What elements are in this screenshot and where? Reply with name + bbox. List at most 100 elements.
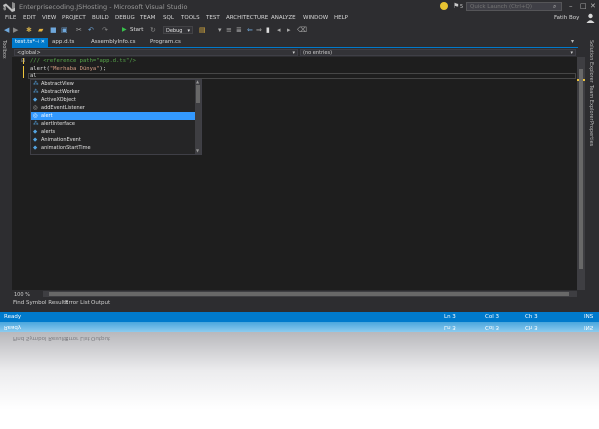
menu-file[interactable]: FILE bbox=[5, 15, 16, 21]
scrollbar-thumb[interactable] bbox=[196, 85, 200, 103]
completion-label: AnimationEvent bbox=[41, 137, 81, 143]
user-name[interactable]: Fatih Boy bbox=[554, 15, 579, 21]
completion-item[interactable]: ◆ AnimationEvent bbox=[31, 136, 195, 144]
tab-error-list[interactable]: Error List bbox=[65, 300, 90, 306]
tab-test-ts[interactable]: test.ts* ⊣ ✕ bbox=[12, 38, 48, 47]
completion-item[interactable]: ◎ addEventListener bbox=[31, 104, 195, 112]
tab-assemblyinfo-cs[interactable]: AssemblyInfo.cs bbox=[88, 38, 143, 47]
scrollbar-thumb[interactable] bbox=[579, 69, 583, 269]
scope-dropdown[interactable]: <global> ▾ bbox=[14, 49, 298, 56]
menu-tools[interactable]: TOOLS bbox=[181, 15, 200, 21]
tab-label: app.d.ts bbox=[52, 39, 75, 45]
bookmark-icon[interactable]: ▮ bbox=[266, 26, 270, 34]
menu-project[interactable]: PROJECT bbox=[62, 15, 86, 21]
navigate-forward-icon[interactable]: ⇒ bbox=[256, 26, 262, 34]
prev-bookmark-icon[interactable]: ◂ bbox=[277, 26, 281, 34]
collapse-region-icon[interactable]: ⊟ bbox=[21, 58, 25, 64]
type-icon: ⁂ bbox=[33, 89, 39, 95]
completion-item[interactable]: ⁂ AbstractWorker bbox=[31, 88, 195, 96]
completion-label: alertInterface bbox=[41, 121, 75, 127]
toolbox-tab[interactable]: Toolbox bbox=[1, 40, 7, 59]
string-literal: "Merhaba Dünya" bbox=[49, 66, 100, 72]
menu-sql[interactable]: SQL bbox=[163, 15, 174, 21]
feedback-smiley-icon[interactable] bbox=[440, 2, 448, 10]
menu-team[interactable]: TEAM bbox=[140, 15, 155, 21]
menu-test[interactable]: TEST bbox=[206, 15, 220, 21]
solution-explorer-tab[interactable]: Solution Explorer bbox=[588, 40, 594, 83]
code-line-1: /// <reference path="app.d.ts"/> bbox=[30, 58, 136, 64]
status-char: Ch 3 bbox=[525, 314, 538, 320]
menu-architecture[interactable]: ARCHITECTURE bbox=[226, 15, 268, 21]
solution-configuration-select[interactable]: Debug ▾ bbox=[163, 26, 193, 34]
completion-item[interactable]: ◆ ActiveXObject bbox=[31, 96, 195, 104]
completion-item[interactable]: ⁂ AbstractView bbox=[31, 80, 195, 88]
team-explorer-tab[interactable]: Team Explorer bbox=[588, 85, 594, 121]
close-button[interactable]: ✕ bbox=[590, 2, 596, 10]
menu-build[interactable]: BUILD bbox=[92, 15, 109, 21]
notification-flag-icon[interactable]: ⚑ bbox=[453, 2, 459, 10]
members-dropdown[interactable]: (no entries) ▾ bbox=[300, 49, 576, 56]
start-debugging-icon[interactable]: ▶ bbox=[122, 26, 127, 34]
close-tab-icon[interactable]: ✕ bbox=[41, 38, 45, 47]
new-project-icon[interactable]: ✱ bbox=[26, 26, 32, 34]
next-bookmark-icon[interactable]: ▸ bbox=[287, 26, 291, 34]
properties-tab[interactable]: Properties bbox=[588, 121, 594, 146]
reflected-error-list: Error List bbox=[65, 335, 90, 341]
bottom-tool-tabs: Find Symbol Results Error List Output bbox=[0, 297, 599, 311]
uncomment-icon[interactable]: ≣ bbox=[236, 26, 242, 34]
navigate-back-icon[interactable]: ⇐ bbox=[247, 26, 253, 34]
clear-bookmarks-icon[interactable]: ⌫ bbox=[297, 26, 307, 34]
configuration-value: Debug bbox=[166, 28, 183, 34]
reflected-status-mode: INS bbox=[584, 324, 594, 330]
find-in-files-icon[interactable]: ▤ bbox=[199, 26, 206, 34]
completion-item[interactable]: ⁂ alertInterface bbox=[31, 120, 195, 128]
menu-analyze[interactable]: ANALYZE bbox=[271, 15, 296, 21]
user-avatar-icon[interactable] bbox=[586, 13, 595, 23]
completion-item[interactable]: ◆ animationStartTime bbox=[31, 144, 195, 152]
scroll-down-icon[interactable]: ▼ bbox=[196, 148, 199, 153]
completion-item[interactable]: ◆ alerts bbox=[31, 128, 195, 136]
reflected-status-bar bbox=[0, 322, 599, 332]
minimize-button[interactable]: – bbox=[569, 2, 573, 10]
redo-icon[interactable]: ↷ bbox=[102, 26, 108, 34]
reflected-status-line: Ln 3 bbox=[444, 324, 456, 330]
editor-vertical-scrollbar[interactable] bbox=[577, 57, 585, 290]
completion-scrollbar[interactable]: ▲ ▼ bbox=[195, 79, 201, 154]
quick-launch-input[interactable] bbox=[466, 2, 562, 11]
save-icon[interactable]: ■ bbox=[50, 26, 57, 34]
undo-icon[interactable]: ↶ bbox=[88, 26, 94, 34]
cut-icon[interactable]: ✂ bbox=[76, 26, 82, 34]
forward-icon[interactable]: ▶ bbox=[13, 26, 18, 34]
completion-item-selected[interactable]: ◎ alert bbox=[31, 112, 195, 120]
tab-overflow-dropdown-icon[interactable]: ▾ bbox=[571, 38, 574, 45]
status-bar: Ready Ln 3 Col 3 Ch 3 INS bbox=[0, 312, 599, 322]
pin-icon[interactable]: ⊣ bbox=[35, 38, 39, 47]
menu-help[interactable]: HELP bbox=[334, 15, 348, 21]
tab-program-cs[interactable]: Program.cs bbox=[147, 38, 197, 47]
menu-view[interactable]: VIEW bbox=[42, 15, 56, 21]
standard-toolbar: ◀ ▶ ✱ ▰ ■ ▣ ✂ ↶ ↷ ▶ Start ↻ Debug ▾ ▤ ▾ … bbox=[0, 24, 599, 36]
reflected-find-symbol-results: Find Symbol Results bbox=[13, 335, 69, 341]
open-file-icon[interactable]: ▰ bbox=[38, 26, 43, 34]
menu-debug[interactable]: DEBUG bbox=[115, 15, 135, 21]
back-icon[interactable]: ◀ bbox=[4, 26, 9, 34]
comment-icon[interactable]: ≡ bbox=[226, 26, 232, 34]
refresh-icon[interactable]: ↻ bbox=[150, 26, 156, 34]
save-all-icon[interactable]: ▣ bbox=[61, 26, 68, 34]
completion-label: alert bbox=[41, 113, 53, 119]
start-button-label[interactable]: Start bbox=[130, 27, 143, 33]
changed-line-marker bbox=[23, 66, 24, 78]
code-token: ); bbox=[99, 66, 107, 72]
search-icon[interactable]: ⌕ bbox=[553, 3, 556, 11]
maximize-button[interactable]: □ bbox=[580, 2, 587, 10]
tab-find-symbol-results[interactable]: Find Symbol Results bbox=[13, 300, 68, 306]
scrollbar-thumb[interactable] bbox=[49, 292, 569, 296]
tab-output[interactable]: Output bbox=[91, 300, 110, 306]
toolbar-options-icon[interactable]: ▾ bbox=[218, 26, 222, 34]
method-icon: ◎ bbox=[33, 113, 38, 119]
tab-app-d-ts[interactable]: app.d.ts bbox=[49, 38, 84, 47]
tab-label: test.ts* bbox=[15, 39, 36, 45]
menu-edit[interactable]: EDIT bbox=[23, 15, 36, 21]
menu-window[interactable]: WINDOW bbox=[303, 15, 328, 21]
scroll-up-icon[interactable]: ▲ bbox=[196, 79, 199, 84]
